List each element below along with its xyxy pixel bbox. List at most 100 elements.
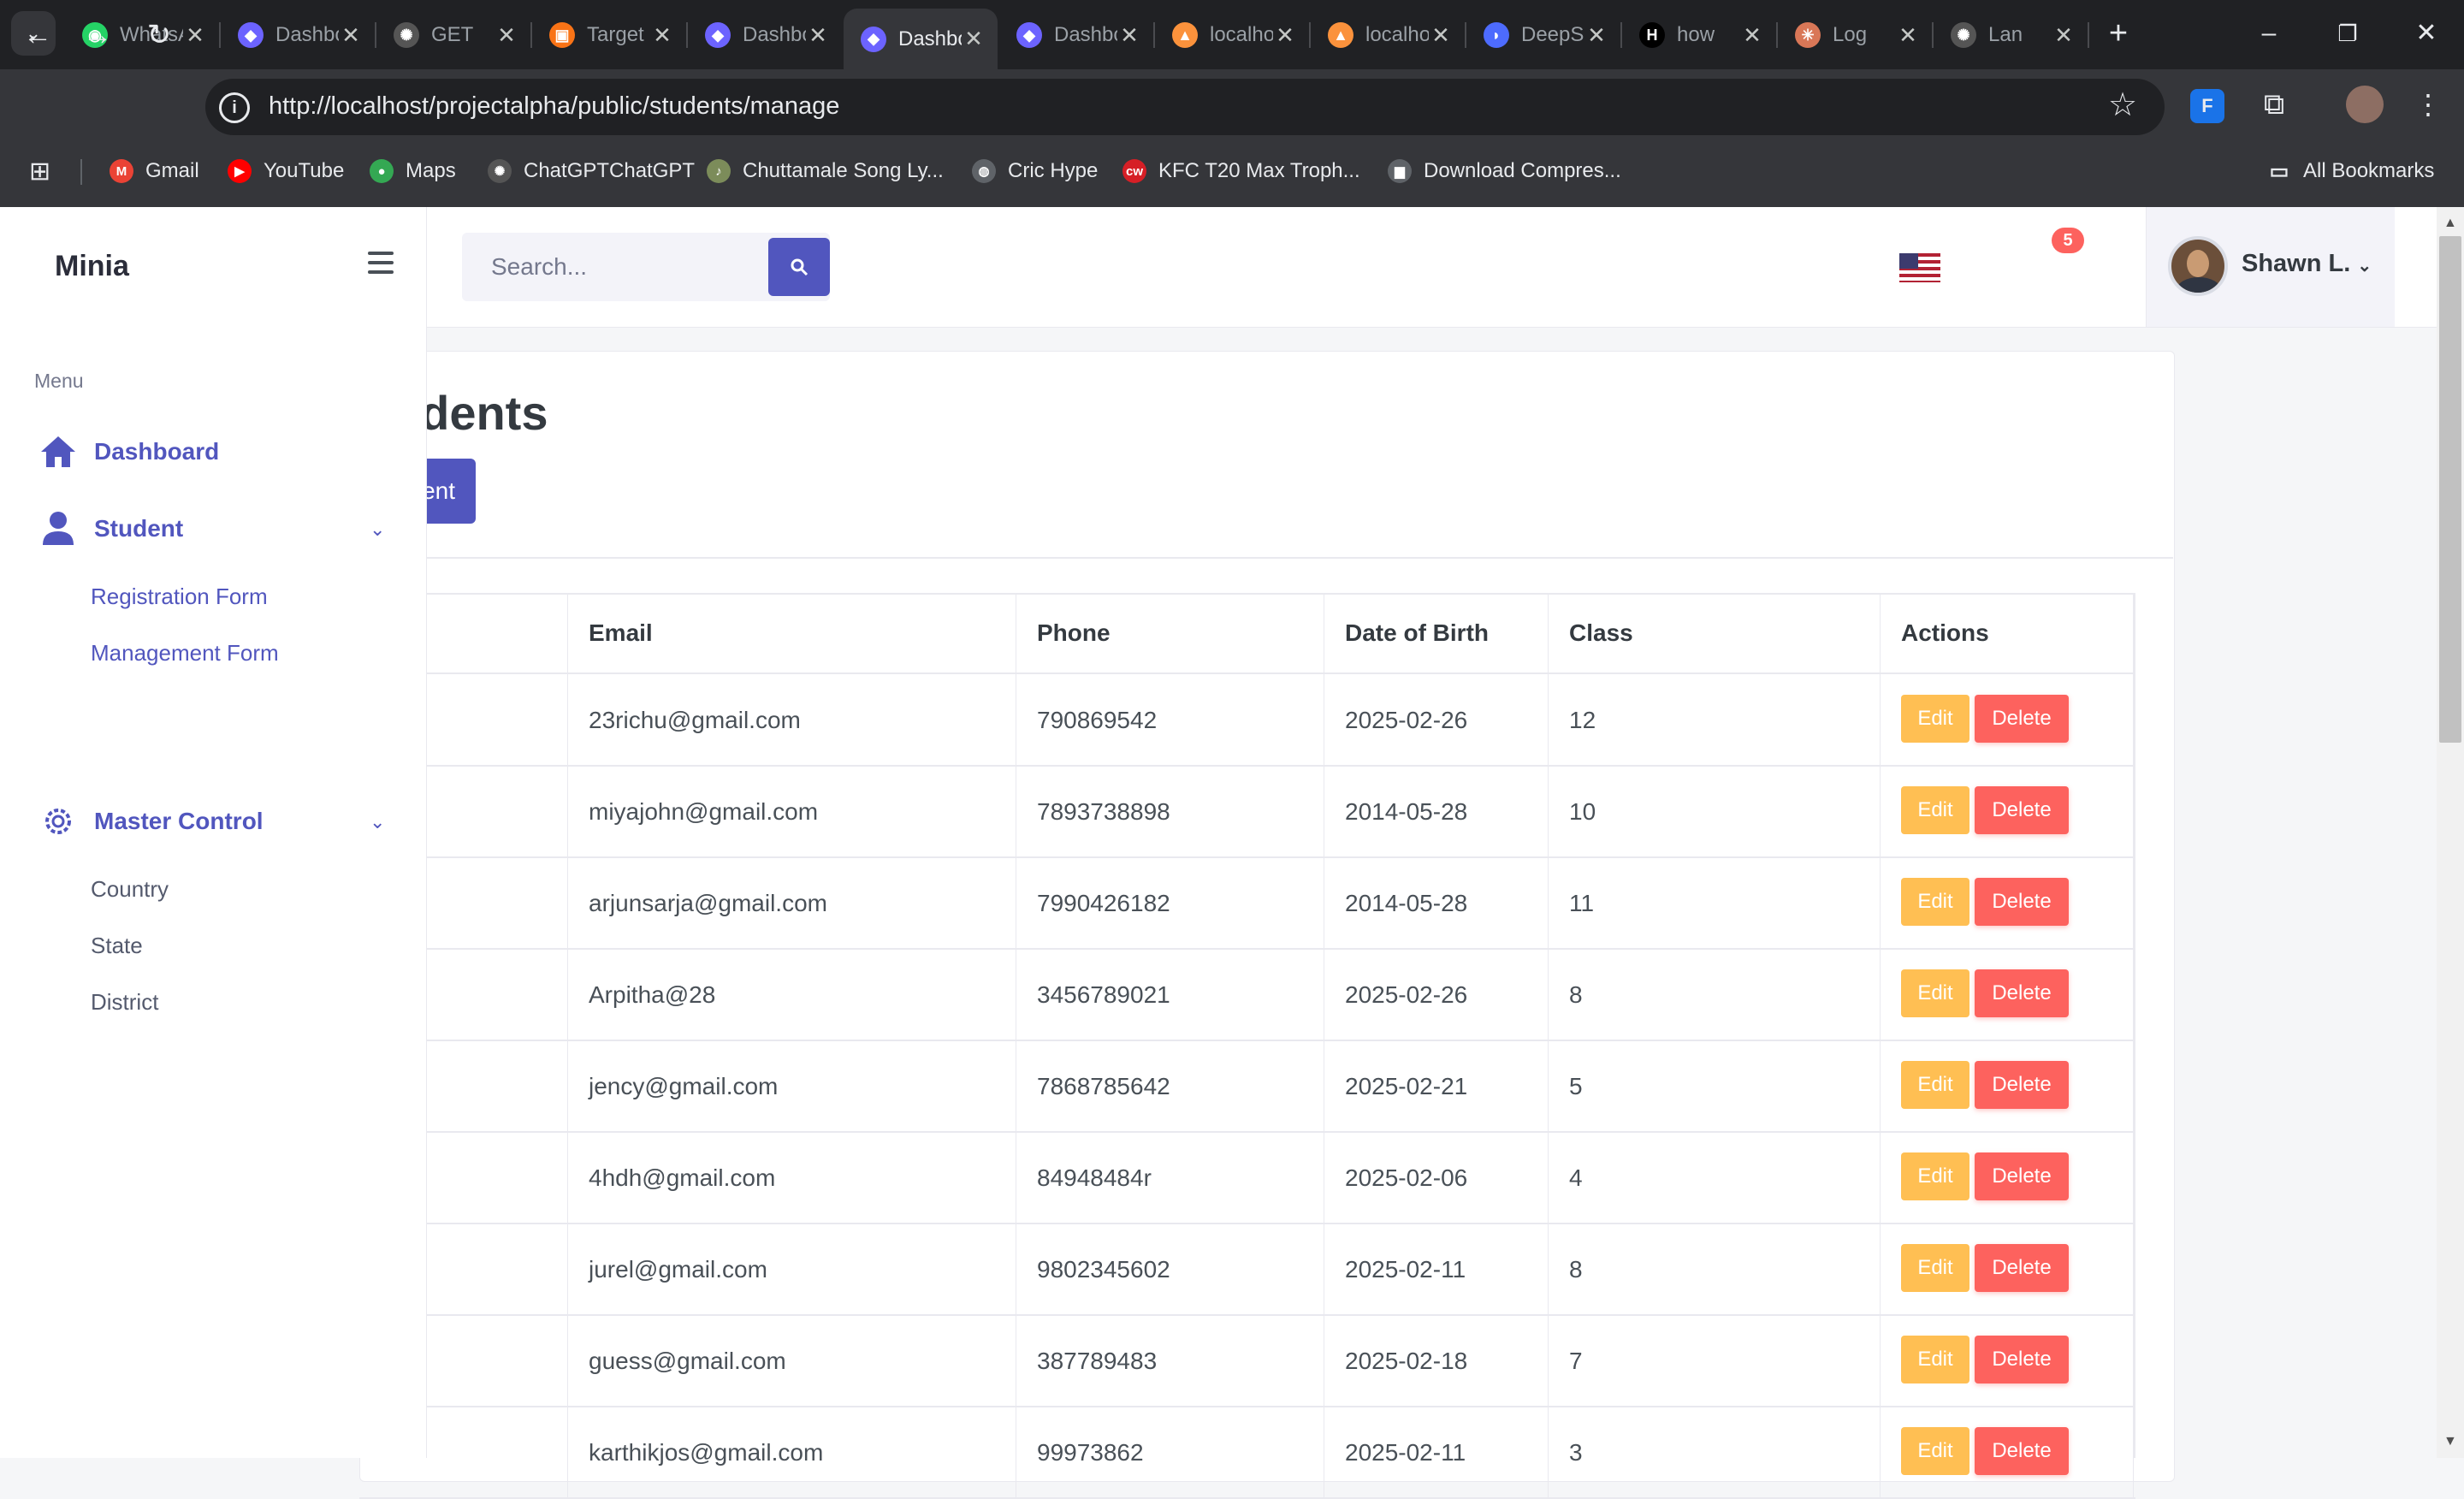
close-tab-icon[interactable]: ✕ xyxy=(1429,22,1453,49)
bookmark-label: Download Compres... xyxy=(1424,159,1621,182)
close-tab-icon[interactable]: ✕ xyxy=(1740,22,1764,49)
close-tab-icon[interactable]: ✕ xyxy=(1273,22,1297,49)
extension-translate-icon[interactable]: F xyxy=(2190,89,2224,123)
all-bookmarks[interactable]: ▭ All Bookmarks xyxy=(2267,156,2435,187)
more-menu-icon[interactable]: ⋮ xyxy=(2409,86,2447,123)
hamburger-menu-icon[interactable] xyxy=(368,252,394,280)
delete-button[interactable]: Delete xyxy=(1975,1336,2069,1383)
search-button[interactable] xyxy=(768,238,830,296)
search-input[interactable]: Search... xyxy=(491,253,587,281)
delete-button[interactable]: Delete xyxy=(1975,969,2069,1017)
browser-tab[interactable]: ▲ localhost✕ xyxy=(1155,10,1309,60)
forward-arrow-icon[interactable]: → xyxy=(79,16,116,54)
address-url[interactable]: http://localhost/projectalpha/public/stu… xyxy=(269,92,839,121)
table-cell: 7990426182 xyxy=(1016,857,1324,949)
bookmark-item[interactable]: ▆ Download Compres... xyxy=(1388,156,1621,187)
sidebar-item-master-control[interactable]: Master Control xyxy=(38,803,264,840)
openai-icon: ✺ xyxy=(394,22,419,48)
browser-tab[interactable]: ✺ Lan ✕ xyxy=(1934,10,2088,60)
browser-tab-title: Dashboard xyxy=(275,23,339,46)
edit-button[interactable]: Edit xyxy=(1901,1336,1969,1383)
close-tab-icon[interactable]: ✕ xyxy=(1117,22,1141,49)
extensions-puzzle-icon[interactable]: ⧉ xyxy=(2255,86,2293,123)
table-cell: 2025-02-11 xyxy=(1324,1223,1549,1315)
edit-button[interactable]: Edit xyxy=(1901,1061,1969,1109)
cricwire-icon: cw xyxy=(1122,159,1146,183)
delete-button[interactable]: Delete xyxy=(1975,1244,2069,1292)
bookmark-item[interactable]: ◍ Cric Hype xyxy=(972,156,1098,187)
bookmark-item[interactable]: ▶ YouTube xyxy=(228,156,344,187)
edit-button[interactable]: Edit xyxy=(1901,1244,1969,1292)
sidebar-item-management-form[interactable]: Management Form xyxy=(91,640,279,667)
notification-badge[interactable]: 5 xyxy=(2052,228,2084,253)
user-name[interactable]: Shawn L. ⌄ xyxy=(2242,250,2372,278)
profile-avatar-icon[interactable] xyxy=(2346,86,2384,123)
brand-logo[interactable]: Minia xyxy=(55,250,129,283)
apps-grid-icon[interactable]: ⊞ xyxy=(29,156,50,187)
sidebar-item-registration-form[interactable]: Registration Form xyxy=(91,584,268,610)
scrollbar-thumb[interactable] xyxy=(2439,236,2461,743)
close-tab-icon[interactable]: ✕ xyxy=(495,22,518,49)
edit-button[interactable]: Edit xyxy=(1901,695,1969,743)
close-tab-icon[interactable]: ✕ xyxy=(2052,22,2076,49)
browser-tab[interactable]: ◆ Dashboard✕ xyxy=(844,9,998,69)
close-tab-icon[interactable]: ✕ xyxy=(1584,22,1608,49)
table-cell: 5 xyxy=(1549,1040,1881,1132)
browser-tab[interactable]: ✳ Log ✕ xyxy=(1778,10,1932,60)
close-tab-icon[interactable]: ✕ xyxy=(806,22,830,49)
chevron-down-icon[interactable]: ⌄ xyxy=(370,811,385,833)
delete-button[interactable]: Delete xyxy=(1975,878,2069,926)
browser-tab[interactable]: ◆ Dashboard✕ xyxy=(999,10,1153,60)
restore-window-icon[interactable]: ❐ xyxy=(2307,0,2389,69)
bookmark-item[interactable]: cw KFC T20 Max Troph... xyxy=(1122,156,1360,187)
scroll-down-arrow-icon[interactable]: ▼ xyxy=(2443,1434,2457,1449)
browser-tab[interactable]: ▣ Target ✕ xyxy=(532,10,686,60)
new-tab-plus-icon[interactable]: + xyxy=(2098,14,2139,55)
reload-icon[interactable]: ↻ xyxy=(140,16,178,54)
delete-button[interactable]: Delete xyxy=(1975,786,2069,834)
browser-tab[interactable]: ◗ DeepSeek✕ xyxy=(1466,10,1620,60)
h-logo-icon: H xyxy=(1639,22,1665,48)
browser-tab[interactable]: ◆ Dashboard✕ xyxy=(688,10,842,60)
us-flag-icon[interactable] xyxy=(1899,253,1940,282)
music-icon: ♪ xyxy=(707,159,731,183)
close-tab-icon[interactable]: ✕ xyxy=(1896,22,1920,49)
edit-button[interactable]: Edit xyxy=(1901,786,1969,834)
menu-title: Menu xyxy=(34,370,84,392)
scroll-up-arrow-icon[interactable]: ▲ xyxy=(2443,216,2457,231)
sidebar-item-country[interactable]: Country xyxy=(91,876,169,903)
edit-button[interactable]: Edit xyxy=(1901,878,1969,926)
bookmark-item[interactable]: ● Maps xyxy=(370,156,456,187)
back-arrow-icon[interactable]: ← xyxy=(19,16,56,54)
edit-button[interactable]: Edit xyxy=(1901,969,1969,1017)
sidebar-item-dashboard[interactable]: Dashboard xyxy=(38,433,219,471)
delete-button[interactable]: Delete xyxy=(1975,695,2069,743)
delete-button[interactable]: Delete xyxy=(1975,1427,2069,1475)
bookmark-item[interactable]: M Gmail xyxy=(110,156,199,187)
delete-button[interactable]: Delete xyxy=(1975,1152,2069,1200)
close-tab-icon[interactable]: ✕ xyxy=(183,22,207,49)
close-tab-icon[interactable]: ✕ xyxy=(650,22,674,49)
avatar[interactable] xyxy=(2168,236,2228,296)
sidebar-item-student[interactable]: Student xyxy=(38,510,183,548)
edit-button[interactable]: Edit xyxy=(1901,1427,1969,1475)
tab-separator xyxy=(2088,22,2089,48)
browser-tab[interactable]: ✺ GET ✕ xyxy=(376,10,530,60)
browser-tab[interactable]: ◆ Dashboard✕ xyxy=(221,10,375,60)
minimize-icon[interactable]: – xyxy=(2228,0,2310,69)
close-tab-icon[interactable]: ✕ xyxy=(339,22,363,49)
close-tab-icon[interactable]: ✕ xyxy=(962,26,986,52)
bookmark-item[interactable]: ✺ ChatGPTChatGPT xyxy=(488,156,695,187)
bookmark-star-icon[interactable]: ☆ xyxy=(2108,86,2137,124)
chevron-down-icon[interactable]: ⌄ xyxy=(370,518,385,541)
site-info-icon[interactable]: i xyxy=(219,92,250,123)
bookmark-item[interactable]: ♪ Chuttamale Song Ly... xyxy=(707,156,944,187)
browser-tab[interactable]: Hhow ✕ xyxy=(1622,10,1776,60)
delete-button[interactable]: Delete xyxy=(1975,1061,2069,1109)
browser-tab[interactable]: ▲ localhost✕ xyxy=(1311,10,1465,60)
sidebar-item-state[interactable]: State xyxy=(91,933,143,959)
edit-button[interactable]: Edit xyxy=(1901,1152,1969,1200)
close-window-icon[interactable]: ✕ xyxy=(2385,0,2464,69)
sidebar-item-district[interactable]: District xyxy=(91,989,158,1016)
table-cell: Arpitha@28 xyxy=(568,949,1016,1040)
